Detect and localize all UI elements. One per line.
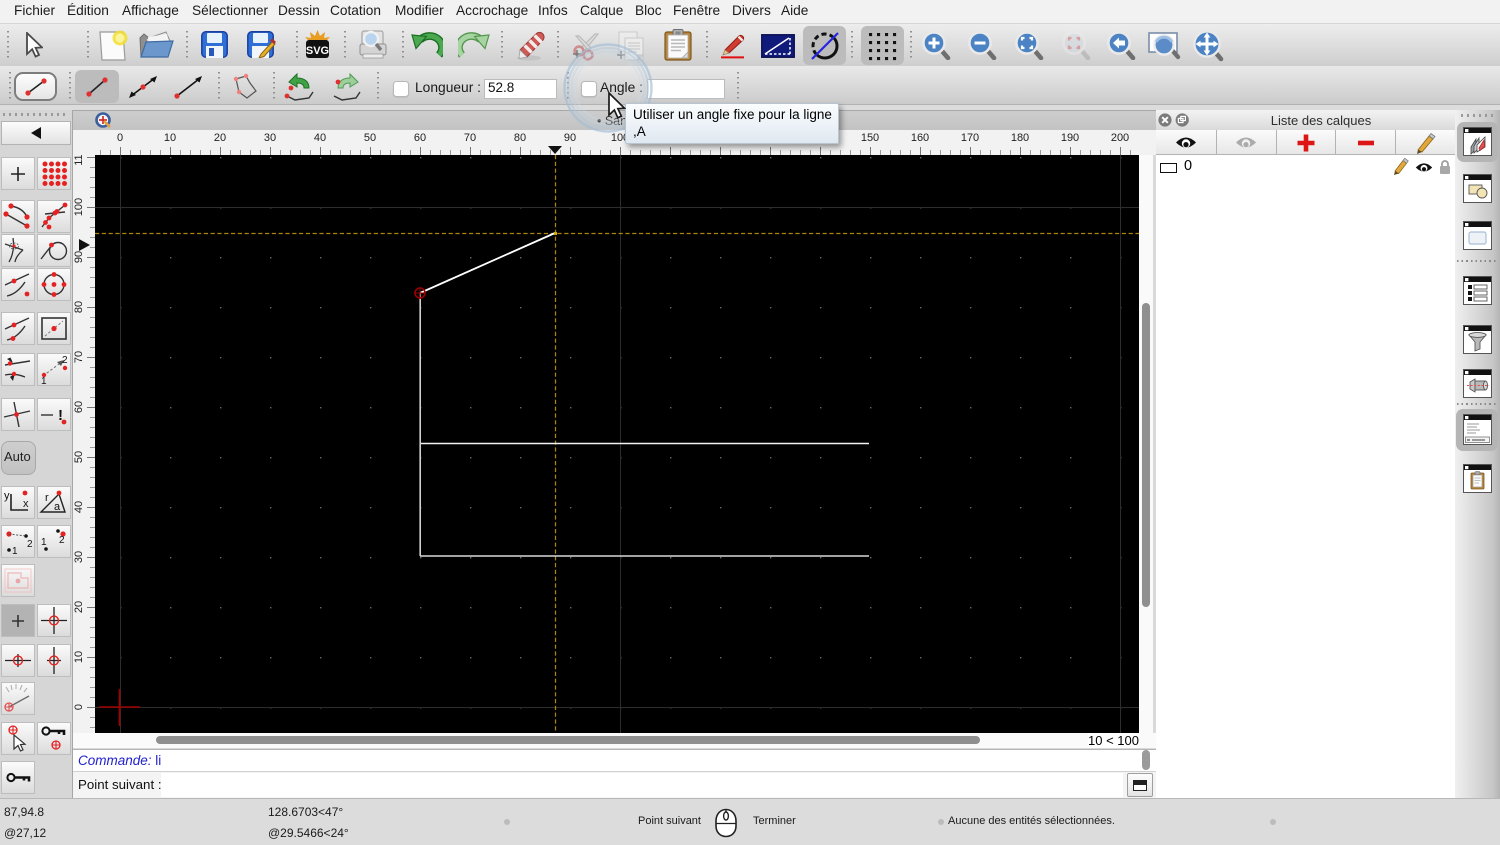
svg-text:a: a <box>54 501 61 513</box>
svg-text:x: x <box>23 498 29 510</box>
svg-text:1: 1 <box>12 546 18 557</box>
svg-text:2: 2 <box>27 539 33 550</box>
svg-text:2: 2 <box>62 355 68 366</box>
svg-text:r: r <box>45 492 49 504</box>
svg-text:1: 1 <box>41 537 47 548</box>
svg-text:2: 2 <box>59 535 65 546</box>
svg-text:1: 1 <box>41 376 47 386</box>
svg-text:y: y <box>4 490 10 502</box>
svg-text:SVG: SVG <box>306 45 329 57</box>
